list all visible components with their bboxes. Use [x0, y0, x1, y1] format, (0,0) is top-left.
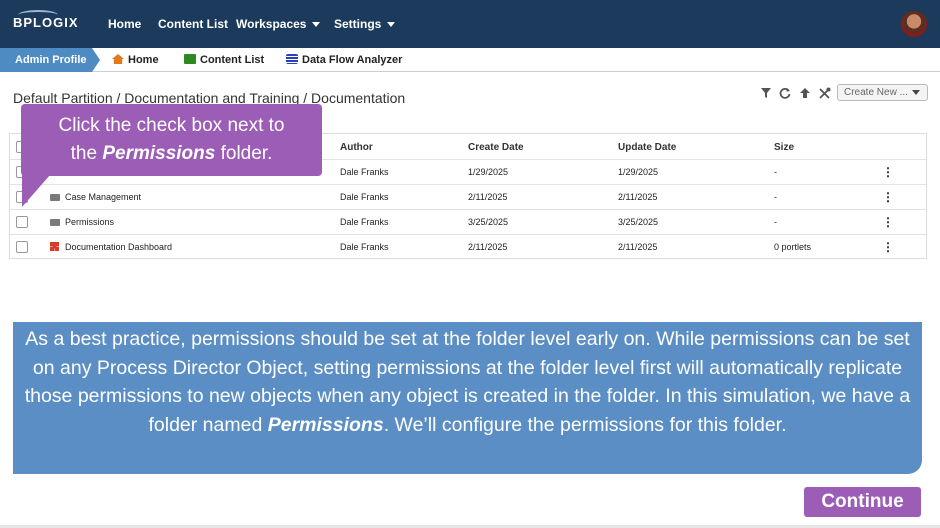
more-options-icon[interactable]: ⋮ — [882, 240, 894, 254]
nav-workspaces-label: Workspaces — [236, 17, 307, 31]
home-icon — [112, 54, 124, 64]
table-row[interactable]: Documentation Dashboard Dale Franks 2/11… — [10, 234, 926, 259]
callout-pre: the — [70, 143, 103, 164]
row-update-date: 2/11/2025 — [618, 242, 658, 252]
table-row[interactable]: Permissions Dale Franks 3/25/2025 3/25/2… — [10, 209, 926, 234]
row-update-date: 1/29/2025 — [618, 167, 659, 177]
dashboard-icon — [50, 242, 59, 251]
callout-pointer — [22, 175, 50, 207]
row-name[interactable]: Case Management — [65, 192, 141, 202]
callout-line-2: the Permissions folder. — [21, 140, 322, 168]
row-name[interactable]: Permissions — [65, 217, 114, 227]
header-create-date[interactable]: Create Date — [468, 142, 524, 153]
row-create-date: 1/29/2025 — [468, 167, 509, 177]
breadcrumb-home[interactable]: Home — [112, 48, 159, 72]
nav-workspaces[interactable]: Workspaces — [236, 17, 321, 31]
database-icon — [286, 54, 298, 64]
create-new-label: Create New ... — [844, 87, 908, 98]
row-author: Dale Franks — [340, 242, 389, 252]
refresh-icon[interactable] — [779, 87, 791, 99]
row-size: - — [774, 217, 777, 227]
breadcrumb-bar: Admin Profile Home Content List Data Flo… — [0, 48, 940, 72]
header-size[interactable]: Size — [774, 142, 794, 153]
filter-icon[interactable] — [760, 87, 772, 99]
info-panel: As a best practice, permissions should b… — [13, 322, 922, 474]
breadcrumb-content-list-label: Content List — [200, 54, 265, 66]
row-name[interactable]: Documentation Dashboard — [65, 242, 172, 252]
callout-post: folder. — [215, 143, 273, 164]
folder-icon — [50, 194, 60, 201]
top-nav: BPLOGIX Home Content List Workspaces Set… — [0, 0, 940, 48]
nav-content-list[interactable]: Content List — [158, 17, 228, 31]
instruction-callout: Click the check box next to the Permissi… — [21, 104, 322, 176]
row-update-date: 2/11/2025 — [618, 192, 658, 202]
logo: BPLOGIX — [13, 15, 79, 30]
header-author[interactable]: Author — [340, 142, 373, 153]
caret-down-icon — [312, 22, 321, 28]
breadcrumb-home-label: Home — [128, 54, 159, 66]
row-author: Dale Franks — [340, 167, 389, 177]
more-options-icon[interactable]: ⋮ — [882, 215, 894, 229]
nav-settings[interactable]: Settings — [334, 17, 396, 31]
create-new-dropdown[interactable]: Create New ... — [837, 84, 928, 101]
row-checkbox[interactable] — [16, 241, 28, 253]
info-emphasis: Permissions — [267, 413, 384, 436]
row-create-date: 3/25/2025 — [468, 217, 509, 227]
breadcrumb-data-flow-label: Data Flow Analyzer — [302, 54, 403, 66]
row-size: 0 portlets — [774, 242, 812, 252]
continue-button[interactable]: Continue — [804, 487, 921, 517]
breadcrumb-content-list[interactable]: Content List — [184, 48, 264, 72]
more-options-icon[interactable]: ⋮ — [882, 190, 894, 204]
caret-down-icon — [387, 22, 396, 28]
row-author: Dale Franks — [340, 192, 389, 202]
row-create-date: 2/11/2025 — [468, 242, 508, 252]
callout-line-1: Click the check box next to — [58, 115, 285, 136]
chevron-down-icon — [912, 90, 920, 95]
row-create-date: 2/11/2025 — [468, 192, 508, 202]
header-update-date[interactable]: Update Date — [618, 142, 676, 153]
callout-emphasis: Permissions — [102, 143, 216, 164]
nav-home[interactable]: Home — [108, 17, 141, 31]
nav-settings-label: Settings — [334, 17, 382, 31]
row-update-date: 3/25/2025 — [618, 217, 659, 227]
admin-profile-tab[interactable]: Admin Profile — [0, 48, 100, 72]
more-options-icon[interactable]: ⋮ — [882, 165, 894, 179]
row-size: - — [774, 167, 777, 177]
permissions-row-checkbox[interactable] — [16, 216, 28, 228]
tools-icon[interactable] — [818, 87, 831, 100]
row-size: - — [774, 192, 777, 202]
folder-icon — [50, 219, 60, 226]
breadcrumb-data-flow-analyzer[interactable]: Data Flow Analyzer — [286, 48, 402, 72]
up-arrow-icon[interactable] — [799, 87, 811, 99]
table-row[interactable]: Case Management Dale Franks 2/11/2025 2/… — [10, 184, 926, 209]
folder-icon — [184, 54, 196, 64]
row-author: Dale Franks — [340, 217, 389, 227]
avatar[interactable] — [900, 10, 928, 38]
info-text-post: . We’ll configure the permissions for th… — [383, 413, 787, 436]
